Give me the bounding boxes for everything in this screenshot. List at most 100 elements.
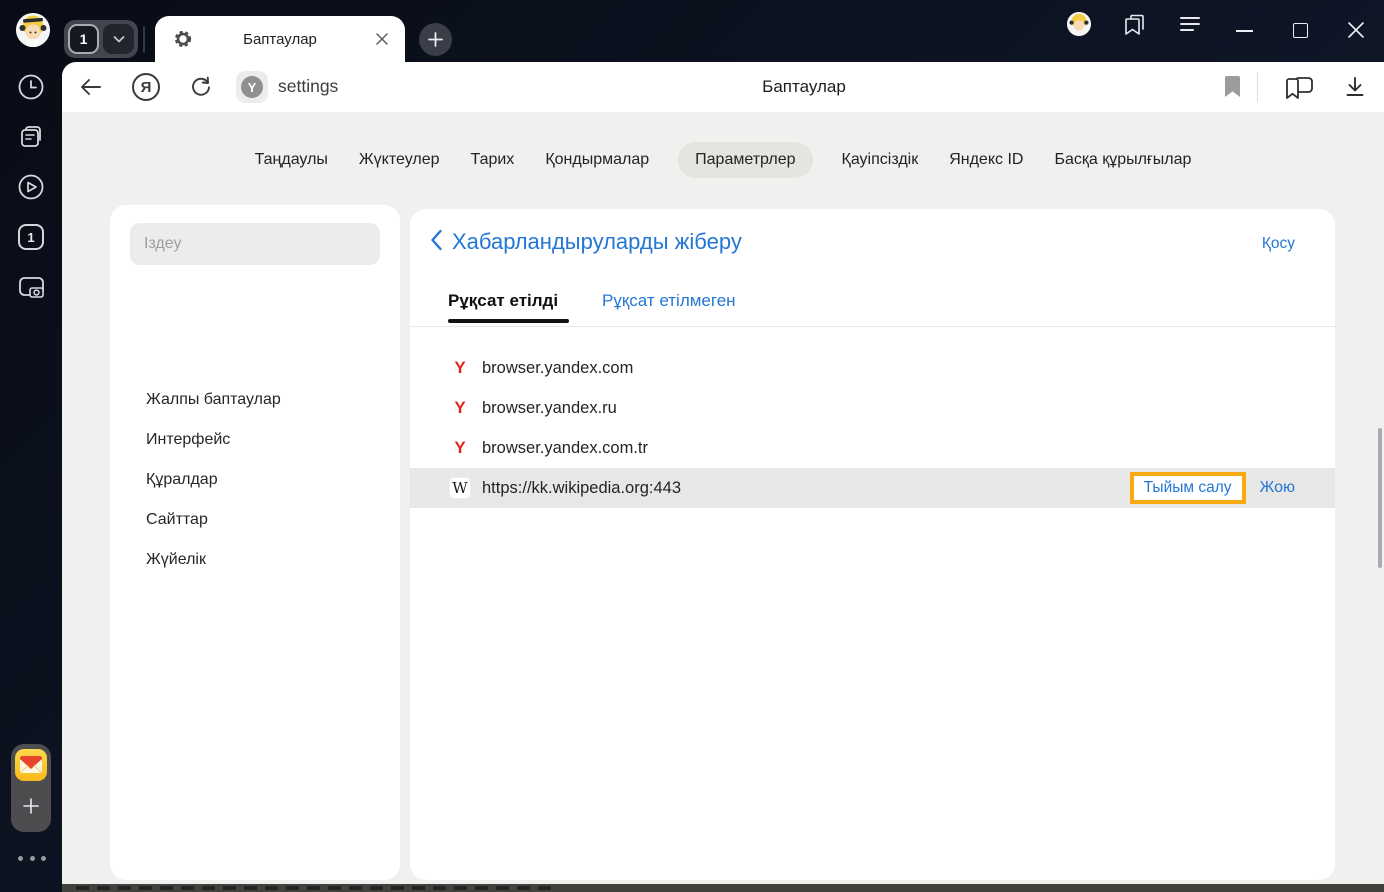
minimize-icon — [1235, 30, 1253, 32]
settings-search-input[interactable] — [130, 223, 380, 265]
tab-blocked[interactable]: Рұқсат етілмеген — [602, 291, 736, 311]
chevron-down-icon — [113, 35, 124, 42]
add-widget-button[interactable] — [15, 788, 47, 824]
nav-tab-downloads[interactable]: Жүктеулер — [357, 142, 442, 178]
site-url: browser.yandex.ru — [482, 398, 617, 417]
settings-page: Таңдаулы Жүктеулер Тарих Қондырмалар Пар… — [62, 112, 1384, 884]
sync-profile-avatar[interactable] — [1067, 12, 1091, 36]
nav-tab-security[interactable]: Қауіпсіздік — [840, 142, 921, 178]
notes-icon — [21, 126, 41, 147]
collections-icon — [1286, 77, 1313, 99]
nav-tab-settings[interactable]: Параметрлер — [678, 142, 813, 178]
back-arrow-icon — [81, 79, 101, 95]
sidebar-item-tools[interactable]: Құралдар — [146, 460, 218, 500]
plus-icon — [428, 32, 443, 47]
settings-sections-panel: Жалпы баптаулар Интерфейс Құралдар Сайтт… — [110, 205, 400, 880]
tab-group-chevron-button[interactable] — [103, 24, 134, 54]
page-header-title: Баптаулар — [762, 77, 846, 96]
site-row-highlighted[interactable]: W https://kk.wikipedia.org:443 Тыйым сал… — [410, 468, 1335, 508]
section-title: Хабарландыруларды жіберу — [452, 229, 742, 254]
bookmarks-panel-button[interactable] — [1122, 12, 1148, 38]
new-tab-button[interactable] — [419, 23, 452, 56]
sidebar-item-general[interactable]: Жалпы баптаулар — [146, 380, 281, 420]
cropped-text-fragment — [76, 886, 556, 890]
add-site-button[interactable]: Қосу — [1262, 235, 1295, 253]
tabstrip-divider — [143, 26, 145, 53]
bookmark-icon — [1224, 76, 1240, 97]
settings-top-nav: Таңдаулы Жүктеулер Тарих Қондырмалар Пар… — [62, 142, 1384, 178]
yandex-mail-button[interactable] — [15, 749, 47, 781]
browser-menu-button[interactable] — [1179, 15, 1201, 33]
refresh-icon — [192, 76, 210, 96]
dot-icon — [41, 856, 46, 861]
sidebar-item-sites[interactable]: Сайттар — [146, 500, 208, 540]
delete-site-button[interactable]: Жою — [1260, 479, 1296, 497]
sidebar-item-system[interactable]: Жүйелік — [146, 540, 206, 580]
hamburger-menu-icon — [1180, 17, 1200, 31]
yandex-favicon-icon: Y — [454, 398, 466, 417]
sidebar-tabs-button[interactable]: 1 — [16, 222, 46, 252]
downloads-button[interactable] — [1342, 74, 1368, 100]
yandex-logo-button[interactable]: Я — [132, 73, 160, 101]
site-url: https://kk.wikipedia.org:443 — [482, 478, 682, 497]
sidebar-more-button[interactable] — [18, 856, 46, 861]
nav-tab-favorites[interactable]: Таңдаулы — [253, 142, 330, 178]
bookmark-page-button[interactable] — [1220, 74, 1244, 100]
mail-icon — [19, 756, 43, 774]
sidebar-history-button[interactable] — [16, 72, 46, 102]
nav-tab-yandex-id[interactable]: Яндекс ID — [947, 142, 1025, 178]
sidebar-notes-button[interactable] — [16, 122, 46, 152]
sidebar-media-button[interactable] — [16, 172, 46, 202]
clock-icon — [18, 74, 44, 100]
tabs-divider — [410, 326, 1335, 327]
tab-close-icon[interactable] — [375, 32, 389, 46]
maximize-icon — [1292, 22, 1308, 38]
sidebar-item-interface[interactable]: Интерфейс — [146, 420, 230, 460]
back-to-sites-button[interactable] — [430, 229, 443, 256]
site-url: browser.yandex.com.tr — [482, 438, 648, 457]
window-scrollbar[interactable] — [1378, 428, 1382, 568]
window-maximize-button[interactable] — [1289, 20, 1311, 40]
dot-icon — [18, 856, 23, 861]
close-icon — [1348, 22, 1364, 38]
window-close-button[interactable] — [1344, 18, 1368, 42]
screenshot-icon — [19, 277, 44, 298]
nav-tab-history[interactable]: Тарих — [469, 142, 517, 178]
tab-group-pill[interactable]: 1 — [64, 20, 138, 58]
site-row[interactable]: Y browser.yandex.com.tr — [410, 428, 1335, 468]
yandex-favicon-icon: Y — [454, 358, 466, 377]
tab-count-icon: 1 — [18, 224, 44, 250]
download-icon — [1346, 77, 1364, 96]
gear-icon — [174, 30, 192, 48]
bottom-cropped-strip — [62, 884, 1384, 892]
refresh-button[interactable] — [188, 75, 214, 99]
browser-toolbar: Я Y settings Баптаулар — [62, 62, 1384, 112]
back-button[interactable] — [78, 75, 104, 99]
sidebar-widgets-pill — [11, 744, 51, 832]
sidebar-screenshot-button[interactable] — [16, 272, 46, 302]
allowed-sites-list: Y browser.yandex.com Y browser.yandex.ru… — [410, 348, 1335, 508]
collections-button[interactable] — [1282, 72, 1316, 102]
profile-avatar[interactable] — [16, 13, 50, 47]
chevron-left-icon — [431, 229, 442, 251]
site-badge[interactable]: Y — [236, 71, 268, 103]
play-icon — [18, 174, 44, 200]
address-bar-url[interactable]: settings — [278, 76, 338, 97]
tab-group-count-badge[interactable]: 1 — [68, 24, 99, 54]
site-url: browser.yandex.com — [482, 358, 634, 377]
toolbar-divider — [1257, 72, 1258, 102]
notifications-settings-card: Хабарландыруларды жіберу Қосу Рұқсат еті… — [410, 209, 1335, 880]
yandex-badge-icon: Y — [241, 76, 263, 98]
window-minimize-button[interactable] — [1232, 24, 1256, 38]
block-site-button[interactable]: Тыйым салу — [1129, 472, 1246, 504]
bookmarks-icon — [1125, 14, 1144, 35]
site-row[interactable]: Y browser.yandex.ru — [410, 388, 1335, 428]
nav-tab-extensions[interactable]: Қондырмалар — [543, 142, 651, 178]
tab-allowed[interactable]: Рұқсат етілді — [448, 291, 558, 311]
yandex-favicon-icon: Y — [454, 438, 466, 457]
site-row[interactable]: Y browser.yandex.com — [410, 348, 1335, 388]
tab-settings[interactable]: Баптаулар — [155, 16, 405, 62]
plus-icon — [23, 798, 39, 814]
active-tab-underline — [448, 319, 569, 323]
nav-tab-other-devices[interactable]: Басқа құрылғылар — [1052, 142, 1193, 178]
